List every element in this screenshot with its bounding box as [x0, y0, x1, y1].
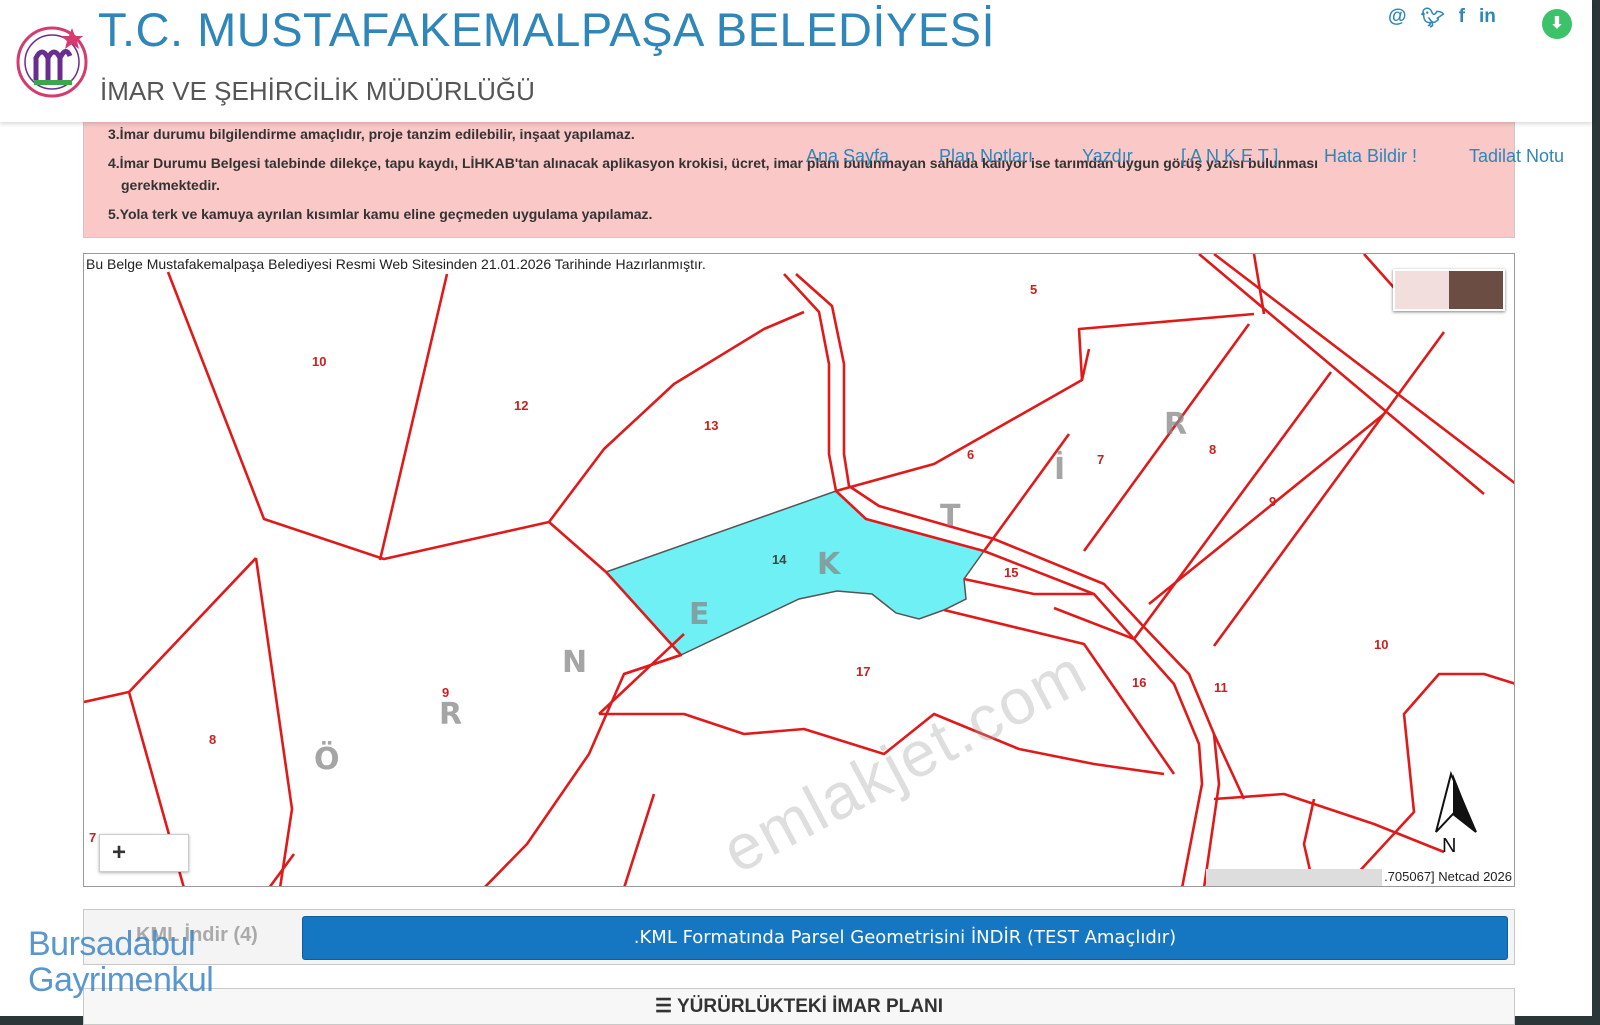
parcel-label: 6: [967, 447, 974, 462]
layer-switcher[interactable]: [1393, 269, 1505, 311]
overlay-letter: R: [1164, 407, 1187, 442]
linkedin-icon[interactable]: in: [1479, 6, 1496, 30]
nav-survey[interactable]: [ A N K E T ]: [1181, 146, 1278, 167]
parcel-label: 14: [772, 552, 787, 567]
current-zoning-plan-header[interactable]: ☰ YÜRÜRLÜKTEKİ İMAR PLANI: [83, 988, 1515, 1025]
nav-amendment-note[interactable]: Tadilat Notu: [1469, 146, 1564, 167]
nav-plan-notes[interactable]: Plan Notları: [939, 146, 1033, 167]
download-icon[interactable]: ⬇: [1542, 9, 1572, 39]
overlay-letter: N: [562, 645, 587, 680]
parcel-label: 10: [1374, 637, 1388, 652]
overlay-letter: R: [439, 697, 462, 732]
page-subtitle: İMAR VE ŞEHİRCİLİK MÜDÜRLÜĞÜ: [100, 76, 535, 106]
parcel-label: 11: [1214, 680, 1228, 695]
twitter-icon[interactable]: 🐦︎: [1421, 6, 1445, 30]
overlay-letter: Ö: [314, 740, 340, 777]
highlighted-parcel: [604, 490, 986, 656]
parcel-label: 10: [312, 354, 326, 369]
notice-line-4: 4.İmar Durumu Belgesi talebinde dilekçe,…: [108, 155, 1319, 171]
nav-print[interactable]: Yazdır: [1082, 146, 1133, 167]
parcel-map[interactable]: 10 12 13 5 6 7 8 9 14 15 17 16 11 10 9 8…: [83, 253, 1515, 887]
kml-download-button[interactable]: .KML Formatında Parsel Geometrisini İNDİ…: [302, 916, 1508, 960]
municipality-logo: [16, 26, 88, 98]
watermark-line-1: Bursadabul: [28, 925, 196, 963]
overlay-letter: İ: [1054, 451, 1065, 487]
watermark-line-2: Gayrimenkul: [28, 961, 214, 999]
parcel-label: 13: [704, 418, 718, 433]
overlay-letter: E: [689, 597, 710, 632]
parcel-label: 16: [1132, 675, 1146, 690]
plan-heading: YÜRÜRLÜKTEKİ İMAR PLANI: [676, 996, 943, 1017]
notice-line-3: 3.İmar durumu bilgilendirme amaçlıdır, p…: [108, 126, 635, 142]
social-links: @ 🐦︎ f in: [1388, 6, 1496, 30]
parcel-label: 17: [856, 664, 870, 679]
overlay-letter: T: [940, 499, 961, 534]
parcel-label: 7: [1097, 452, 1104, 467]
overlay-letter: K: [817, 547, 842, 582]
zoom-in-button[interactable]: +: [99, 834, 189, 872]
notice-line-5: 5.Yola terk ve kamuya ayrılan kısımlar k…: [108, 206, 653, 222]
nav-home[interactable]: Ana Sayfa: [806, 146, 889, 167]
facebook-icon[interactable]: f: [1459, 6, 1465, 30]
svg-text:N: N: [1442, 835, 1456, 857]
agency-watermark: Bursadabul Gayrimenkul: [28, 925, 214, 999]
email-icon[interactable]: @: [1388, 6, 1407, 30]
parcel-label: 7: [89, 830, 96, 845]
notice-line-4-cont: gerekmektedir.: [121, 177, 220, 193]
parcel-label: 12: [514, 398, 528, 413]
page-title: T.C. MUSTAFAKEMALPAŞA BELEDİYESİ: [98, 3, 996, 56]
blurred-coordinates: [1206, 869, 1383, 886]
site-header: T.C. MUSTAFAKEMALPAŞA BELEDİYESİ İMAR VE…: [0, 0, 1592, 122]
nav-report-error[interactable]: Hata Bildir !: [1324, 146, 1417, 167]
map-attribution: .705067] Netcad 2026: [1206, 869, 1514, 886]
attribution-text: .705067] Netcad 2026: [1384, 869, 1512, 884]
list-icon: ☰: [655, 996, 673, 1017]
parcel-label: 8: [209, 732, 216, 747]
parcel-label: 8: [1209, 442, 1216, 457]
kml-download-bar: KML İndir (4) .KML Formatında Parsel Geo…: [83, 909, 1515, 965]
parcel-label: 15: [1004, 565, 1018, 580]
parcel-label: 9: [1269, 494, 1276, 509]
parcel-label: 5: [1030, 282, 1037, 297]
map-caption: Bu Belge Mustafakemalpaşa Belediyesi Res…: [86, 256, 706, 272]
north-arrow-icon: N: [1435, 770, 1477, 857]
notice-box: 3.İmar durumu bilgilendirme amaçlıdır, p…: [83, 122, 1515, 238]
